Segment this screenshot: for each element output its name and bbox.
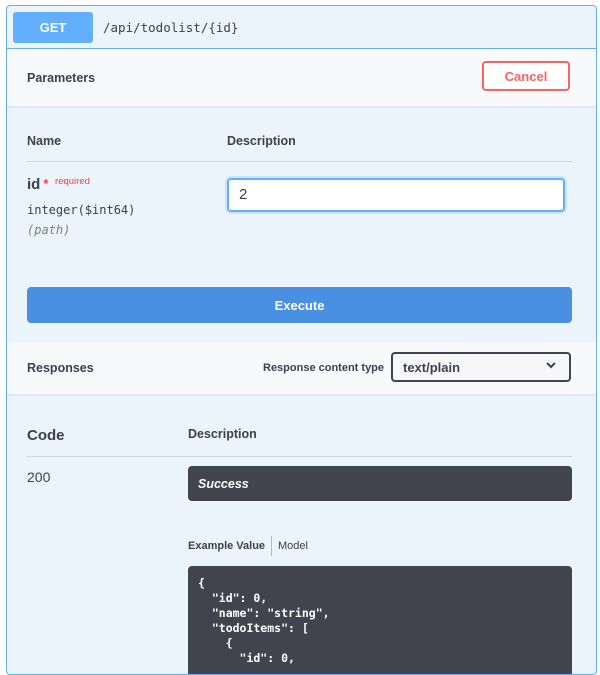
responses-divider — [27, 456, 572, 457]
responses-code-header: Code — [27, 427, 65, 444]
response-content-type-value: text/plain — [403, 360, 461, 375]
tab-example-value[interactable]: Example Value — [188, 540, 265, 552]
parameters-title: Parameters — [27, 71, 96, 85]
example-value-code: { "id": 0, "name": "string", "todoItems"… — [188, 566, 572, 674]
parameters-description-header: Description — [227, 134, 296, 148]
operation-block: GET /api/todolist/{id} Parameters Cancel… — [6, 5, 597, 675]
param-required-label: required — [55, 176, 90, 187]
id-input[interactable]: 2 — [227, 178, 565, 212]
execute-button[interactable]: Execute — [27, 287, 572, 323]
responses-description-header: Description — [188, 427, 257, 441]
required-star: * — [43, 176, 49, 191]
operation-summary[interactable]: GET /api/todolist/{id} — [7, 6, 596, 49]
param-name-text: id — [27, 176, 41, 193]
param-name: id * — [27, 176, 48, 193]
response-description: Success — [188, 466, 572, 501]
parameters-divider — [27, 161, 572, 162]
tab-model[interactable]: Model — [278, 540, 308, 552]
method-badge: GET — [13, 12, 93, 43]
responses-title: Responses — [27, 361, 94, 375]
response-content-type-select[interactable]: text/plain — [391, 352, 571, 382]
response-content-type-label: Response content type — [263, 362, 385, 374]
param-location: (path) — [27, 223, 71, 237]
param-type: integer($int64) — [27, 203, 136, 217]
responses-header: Responses Response content type text/pla… — [7, 342, 596, 394]
cancel-button[interactable]: Cancel — [482, 61, 570, 91]
tab-divider — [271, 536, 272, 556]
chevron-down-icon — [545, 359, 557, 374]
response-code: 200 — [27, 469, 51, 485]
parameters-name-header: Name — [27, 134, 62, 148]
parameters-header: Parameters Cancel — [7, 49, 596, 106]
endpoint-path: /api/todolist/{id} — [103, 20, 239, 35]
